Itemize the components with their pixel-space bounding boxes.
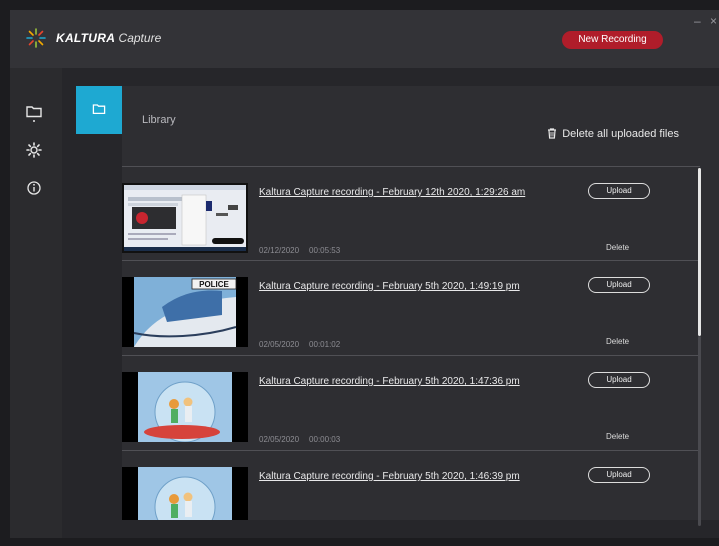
recording-thumbnail[interactable] bbox=[122, 183, 248, 253]
list-bottom-edge bbox=[122, 520, 719, 538]
upload-button[interactable]: Upload bbox=[588, 467, 650, 483]
recording-date: 02/05/2020 bbox=[259, 340, 300, 349]
new-recording-button[interactable]: New Recording bbox=[562, 31, 663, 49]
main-area: Library Delete all uploaded files Kaltur… bbox=[62, 68, 719, 538]
scrollbar-track[interactable] bbox=[698, 336, 701, 526]
folder-icon bbox=[92, 104, 106, 115]
title-bar: KALTURA Capture New Recording – × bbox=[10, 10, 719, 68]
scrollbar-thumb[interactable] bbox=[698, 168, 701, 336]
recording-title[interactable]: Kaltura Capture recording - February 12t… bbox=[259, 187, 525, 198]
info-icon[interactable] bbox=[24, 178, 44, 198]
recording-title[interactable]: Kaltura Capture recording - February 5th… bbox=[259, 471, 520, 482]
recording-item: Kaltura Capture recording - February 12t… bbox=[122, 166, 700, 262]
close-button[interactable]: × bbox=[710, 14, 717, 28]
recording-thumbnail[interactable] bbox=[122, 372, 248, 442]
recording-date: 02/12/2020 bbox=[259, 246, 300, 255]
delete-all-label: Delete all uploaded files bbox=[562, 128, 679, 140]
delete-button[interactable]: Delete bbox=[606, 337, 629, 346]
upload-button[interactable]: Upload bbox=[588, 372, 650, 388]
library-title: Library bbox=[142, 114, 176, 126]
recording-duration: 00:01:02 bbox=[309, 340, 341, 349]
delete-button[interactable]: Delete bbox=[606, 432, 629, 441]
recording-title[interactable]: Kaltura Capture recording - February 5th… bbox=[259, 376, 520, 387]
recording-thumbnail[interactable]: POLICE bbox=[122, 277, 248, 347]
recording-title[interactable]: Kaltura Capture recording - February 5th… bbox=[259, 281, 520, 292]
upload-button[interactable]: Upload bbox=[588, 277, 650, 293]
recording-meta: 02/05/2020 00:00:03 bbox=[259, 435, 340, 444]
recording-item: POLICE Kaltura Capture recording - Febru… bbox=[122, 260, 700, 356]
recordings-list: Kaltura Capture recording - February 12t… bbox=[122, 150, 702, 537]
app-window: KALTURA Capture New Recording – × Librar… bbox=[10, 10, 719, 538]
minimize-button[interactable]: – bbox=[694, 14, 701, 28]
recording-meta: 02/12/2020 00:05:53 bbox=[259, 246, 340, 255]
trash-icon bbox=[548, 128, 557, 139]
police-sign-text: POLICE bbox=[199, 280, 229, 289]
recording-duration: 00:00:03 bbox=[309, 435, 341, 444]
library-tab[interactable] bbox=[76, 86, 122, 134]
delete-all-button[interactable]: Delete all uploaded files bbox=[547, 128, 679, 140]
recording-duration: 00:05:53 bbox=[309, 246, 341, 255]
library-icon[interactable] bbox=[24, 102, 44, 122]
recording-date: 02/05/2020 bbox=[259, 435, 300, 444]
kaltura-logo-icon bbox=[26, 28, 46, 48]
recording-meta: 02/05/2020 00:01:02 bbox=[259, 340, 340, 349]
recording-item: Kaltura Capture recording - February 5th… bbox=[122, 355, 700, 451]
delete-button[interactable]: Delete bbox=[606, 243, 629, 252]
app-brand: KALTURA Capture bbox=[56, 31, 162, 45]
upload-button[interactable]: Upload bbox=[588, 183, 650, 199]
sidebar bbox=[10, 68, 62, 538]
settings-icon[interactable] bbox=[24, 140, 44, 160]
